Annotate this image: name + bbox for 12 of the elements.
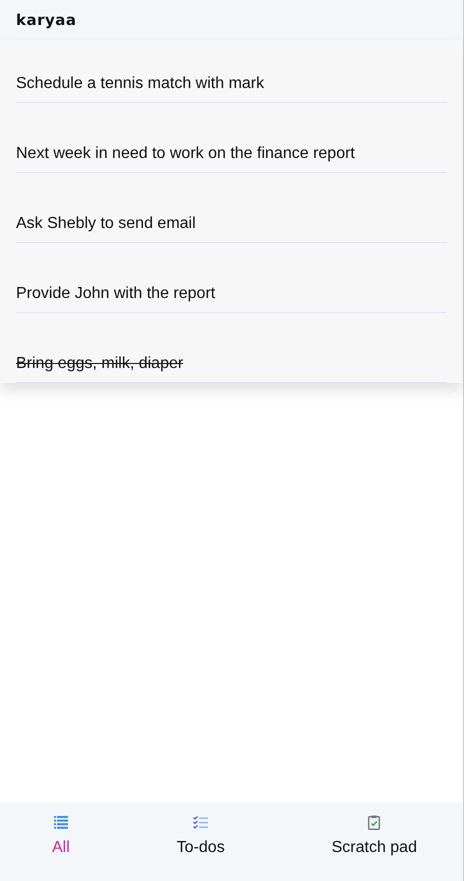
nav-tab[interactable]: To-dos xyxy=(176,802,225,858)
list-icon xyxy=(54,816,68,828)
task-text[interactable]: Bring eggs, milk, diaper xyxy=(16,354,184,374)
task-text[interactable]: Ask Shebly to send email xyxy=(16,214,196,234)
nav-tab[interactable]: All xyxy=(52,802,70,858)
task-text[interactable]: Provide John with the report xyxy=(16,284,216,304)
task-text[interactable]: Schedule a tennis match with mark xyxy=(16,74,264,94)
app-logo: karyaa xyxy=(16,11,77,29)
nav-tab[interactable]: Scratch pad xyxy=(332,802,417,858)
checklist-icon xyxy=(193,816,208,828)
task-text[interactable]: Next week in need to work on the finance report xyxy=(16,144,355,164)
clipboard-icon xyxy=(368,814,380,830)
